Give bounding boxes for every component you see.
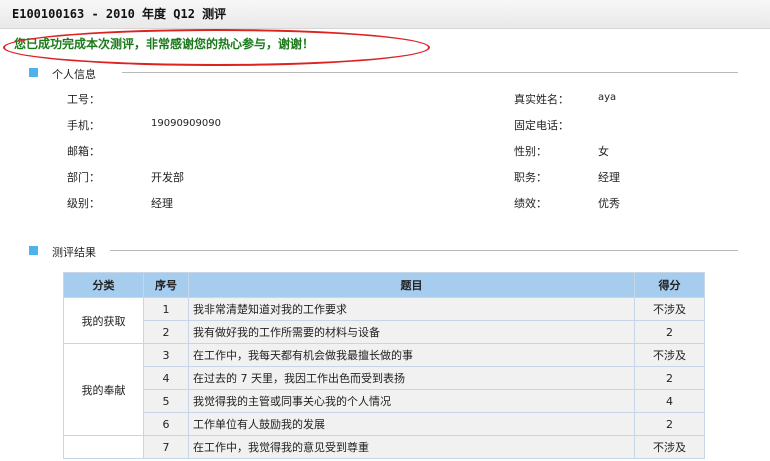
department-label: 部门： bbox=[67, 171, 100, 184]
column-header-score: 得分 bbox=[634, 272, 705, 298]
email-label: 邮箱： bbox=[67, 145, 100, 158]
row-number: 5 bbox=[143, 389, 189, 413]
row-number: 3 bbox=[143, 343, 189, 367]
gender-value: 女 bbox=[598, 145, 609, 158]
landline-label: 固定电话： bbox=[514, 119, 569, 132]
results-table: 分类 序号 题目 得分 我的获取 1 我非常清楚知道对我的工作要求 不涉及 2 … bbox=[63, 272, 705, 459]
level-label: 级别： bbox=[67, 197, 100, 210]
question-cell: 工作单位有人鼓励我的发展 bbox=[188, 412, 635, 436]
section-divider bbox=[122, 72, 738, 73]
section-divider bbox=[110, 250, 738, 251]
score-cell: 4 bbox=[634, 389, 705, 413]
question-cell: 我非常清楚知道对我的工作要求 bbox=[188, 297, 635, 321]
table-row: 5 我觉得我的主管或同事关心我的个人情况 4 bbox=[64, 389, 705, 413]
highlight-oval bbox=[3, 29, 430, 66]
title-bar: E100100163 - 2010 年度 Q12 测评 bbox=[0, 0, 770, 29]
table-row: 我的获取 1 我非常清楚知道对我的工作要求 不涉及 bbox=[63, 297, 705, 344]
real-name-label: 真实姓名： bbox=[514, 93, 569, 106]
score-cell: 不涉及 bbox=[634, 435, 705, 459]
table-row: 我的奉献 3 在工作中，我每天都有机会做我最擅长做的事 不涉及 bbox=[63, 343, 705, 436]
category-cell: 我的奉献 bbox=[63, 343, 144, 436]
column-header-no: 序号 bbox=[143, 272, 189, 298]
question-cell: 在过去的 7 天里，我因工作出色而受到表扬 bbox=[188, 366, 635, 390]
mobile-label: 手机： bbox=[67, 119, 100, 132]
question-cell: 在工作中，我每天都有机会做我最擅长做的事 bbox=[188, 343, 635, 367]
column-header-question: 题目 bbox=[188, 272, 635, 298]
personal-info-title: 个人信息 bbox=[52, 68, 96, 81]
position-value: 经理 bbox=[598, 171, 620, 184]
score-cell: 2 bbox=[634, 366, 705, 390]
row-number: 7 bbox=[143, 435, 189, 459]
mobile-value: 19090909090 bbox=[151, 118, 221, 129]
row-number: 1 bbox=[143, 297, 189, 321]
gender-label: 性别： bbox=[514, 145, 547, 158]
row-number: 2 bbox=[143, 320, 189, 344]
question-cell: 我觉得我的主管或同事关心我的个人情况 bbox=[188, 389, 635, 413]
department-value: 开发部 bbox=[151, 171, 184, 184]
table-header-row: 分类 序号 题目 得分 bbox=[63, 272, 705, 298]
section-square-icon bbox=[29, 68, 38, 77]
score-cell: 不涉及 bbox=[634, 297, 705, 321]
table-row: 6 工作单位有人鼓励我的发展 2 bbox=[64, 412, 705, 436]
row-number: 6 bbox=[143, 412, 189, 436]
section-square-icon bbox=[29, 246, 38, 255]
performance-label: 绩效： bbox=[514, 197, 547, 210]
category-cell bbox=[63, 435, 144, 459]
category-cell: 我的获取 bbox=[63, 297, 144, 344]
score-cell: 不涉及 bbox=[634, 343, 705, 367]
performance-value: 优秀 bbox=[598, 197, 620, 210]
score-cell: 2 bbox=[634, 412, 705, 436]
table-row: 7 在工作中，我觉得我的意见受到尊重 不涉及 bbox=[63, 435, 705, 459]
real-name-value: aya bbox=[598, 92, 617, 103]
question-cell: 在工作中，我觉得我的意见受到尊重 bbox=[188, 435, 635, 459]
position-label: 职务： bbox=[514, 171, 547, 184]
column-header-category: 分类 bbox=[63, 272, 144, 298]
level-value: 经理 bbox=[151, 197, 173, 210]
table-row: 2 我有做好我的工作所需要的材料与设备 2 bbox=[64, 320, 705, 344]
score-cell: 2 bbox=[634, 320, 705, 344]
question-cell: 我有做好我的工作所需要的材料与设备 bbox=[188, 320, 635, 344]
table-row: 4 在过去的 7 天里，我因工作出色而受到表扬 2 bbox=[64, 366, 705, 390]
page-title: E100100163 - 2010 年度 Q12 测评 bbox=[12, 7, 227, 21]
row-number: 4 bbox=[143, 366, 189, 390]
employee-id-label: 工号： bbox=[67, 93, 100, 106]
results-title: 测评结果 bbox=[52, 246, 96, 259]
